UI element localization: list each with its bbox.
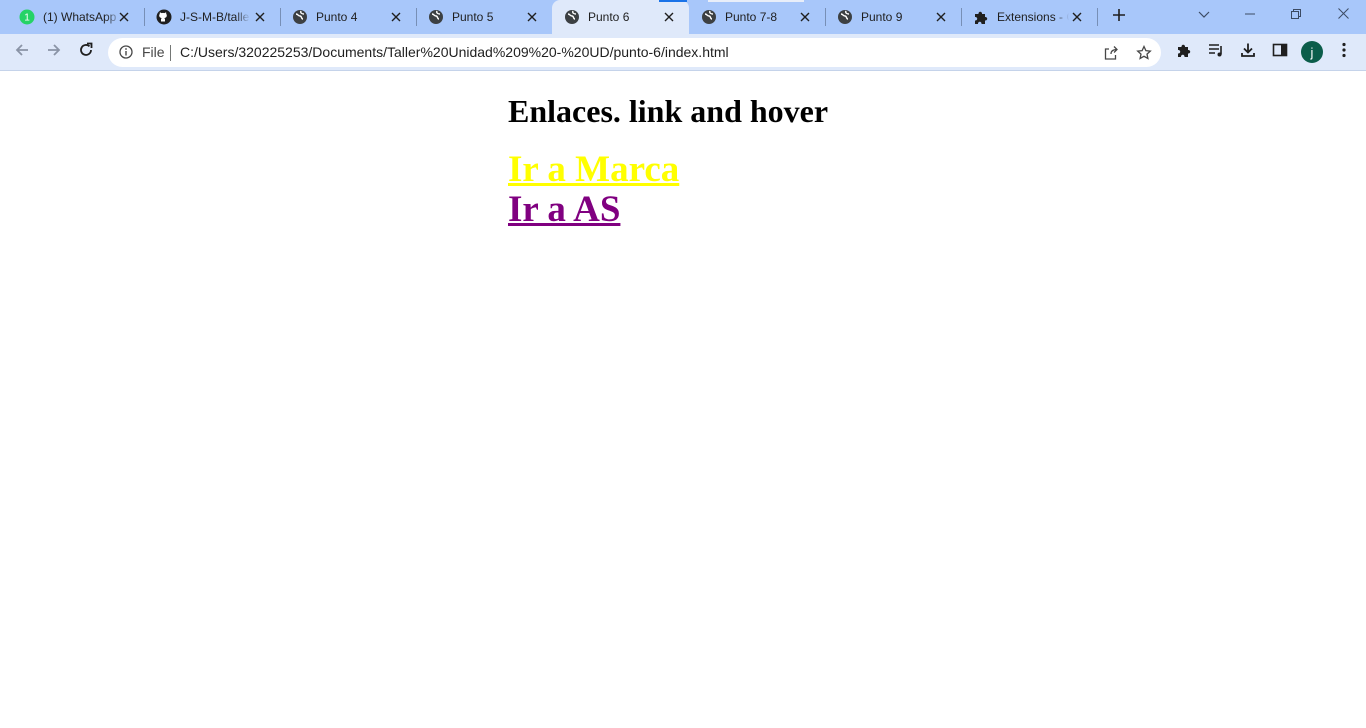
page-viewport: Enlaces. link and hover Ir a Marca Ir a … bbox=[0, 72, 1366, 728]
puzzle-icon bbox=[973, 9, 989, 25]
globe-icon bbox=[428, 9, 444, 25]
tab-title: (1) WhatsApp bbox=[43, 10, 117, 24]
tab-punto-4[interactable]: Punto 4 bbox=[280, 0, 416, 34]
globe-icon bbox=[564, 9, 580, 25]
reload-icon bbox=[78, 42, 94, 63]
close-icon[interactable] bbox=[524, 9, 540, 25]
tab-strip: 1 (1) WhatsApp J-S-M-B/taller Punto 4 Pu… bbox=[0, 0, 1366, 34]
globe-icon bbox=[292, 9, 308, 25]
address-bar[interactable]: File C:/Users/320225253/Documents/Taller… bbox=[108, 38, 1161, 67]
tab-punto-5[interactable]: Punto 5 bbox=[416, 0, 552, 34]
puzzle-icon bbox=[1176, 42, 1192, 63]
restore-button[interactable] bbox=[1273, 0, 1319, 30]
tab-whatsapp[interactable]: 1 (1) WhatsApp bbox=[0, 0, 144, 34]
scheme-label: File bbox=[142, 44, 165, 60]
browser-toolbar: File C:/Users/320225253/Documents/Taller… bbox=[0, 34, 1366, 71]
close-icon[interactable] bbox=[933, 9, 949, 25]
github-icon bbox=[156, 9, 172, 25]
page-heading: Enlaces. link and hover bbox=[508, 93, 829, 129]
more-vert-icon bbox=[1342, 42, 1346, 63]
tab-title: Extensions - Chrome bbox=[997, 10, 1069, 24]
minimize-icon bbox=[1245, 6, 1255, 24]
tab-title: J-S-M-B/taller bbox=[180, 10, 250, 24]
close-icon[interactable] bbox=[116, 9, 132, 25]
tab-extensions[interactable]: Extensions - Chrome bbox=[961, 0, 1097, 34]
extensions-button[interactable] bbox=[1170, 38, 1198, 66]
side-panel-icon bbox=[1272, 42, 1288, 63]
close-icon[interactable] bbox=[797, 9, 813, 25]
minimize-button[interactable] bbox=[1227, 0, 1273, 30]
close-icon[interactable] bbox=[252, 9, 268, 25]
profile-avatar[interactable]: j bbox=[1301, 41, 1323, 63]
link-ir-a-as[interactable]: Ir a AS bbox=[508, 190, 620, 230]
tab-loading-indicator bbox=[659, 0, 687, 2]
downloads-button[interactable] bbox=[1234, 38, 1262, 66]
globe-icon bbox=[837, 9, 853, 25]
download-icon bbox=[1240, 42, 1256, 63]
close-window-button[interactable] bbox=[1320, 0, 1366, 30]
url-text[interactable]: C:/Users/320225253/Documents/Taller%20Un… bbox=[180, 44, 729, 61]
forward-button[interactable] bbox=[40, 38, 68, 66]
info-icon[interactable] bbox=[118, 44, 134, 60]
menu-button[interactable] bbox=[1330, 38, 1358, 66]
restore-icon bbox=[1291, 6, 1301, 24]
chevron-down-icon bbox=[1198, 6, 1210, 24]
tab-punto-6[interactable]: Punto 6 bbox=[552, 0, 689, 34]
arrow-right-icon bbox=[46, 42, 62, 63]
new-tab-button[interactable] bbox=[1104, 2, 1134, 32]
tab-divider bbox=[1097, 8, 1098, 26]
reload-button[interactable] bbox=[72, 38, 100, 66]
close-icon[interactable] bbox=[388, 9, 404, 25]
arrow-left-icon bbox=[14, 42, 30, 63]
playlist-icon bbox=[1208, 42, 1224, 63]
link-ir-a-marca[interactable]: Ir a Marca bbox=[508, 150, 679, 190]
svg-text:1: 1 bbox=[24, 13, 30, 24]
whatsapp-icon: 1 bbox=[19, 9, 35, 25]
tab-github[interactable]: J-S-M-B/taller bbox=[144, 0, 280, 34]
back-button[interactable] bbox=[8, 38, 36, 66]
close-icon[interactable] bbox=[661, 9, 677, 25]
plus-icon bbox=[1112, 8, 1126, 27]
media-control-button[interactable] bbox=[1202, 38, 1230, 66]
tab-punto-9[interactable]: Punto 9 bbox=[825, 0, 961, 34]
close-icon[interactable] bbox=[1069, 9, 1085, 25]
close-icon bbox=[1337, 6, 1349, 24]
scheme-divider bbox=[170, 45, 171, 61]
bookmark-star-icon[interactable] bbox=[1134, 43, 1154, 63]
side-panel-button[interactable] bbox=[1266, 38, 1294, 66]
tab-punto-7-8[interactable]: Punto 7-8 bbox=[689, 0, 825, 34]
tab-search-button[interactable] bbox=[1181, 0, 1227, 30]
globe-icon bbox=[701, 9, 717, 25]
share-icon[interactable] bbox=[1101, 43, 1121, 63]
